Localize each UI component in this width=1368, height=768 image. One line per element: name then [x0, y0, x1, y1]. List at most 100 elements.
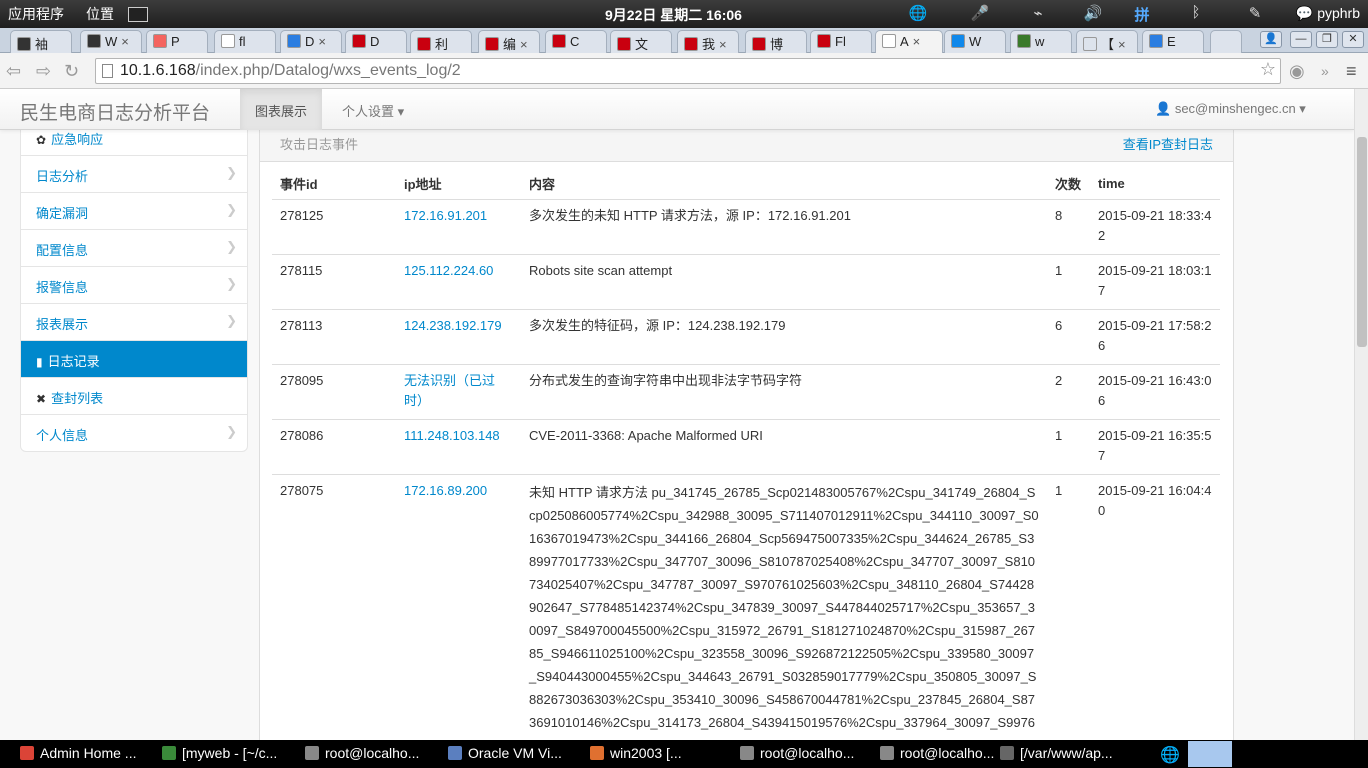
user-menu[interactable]: 💬 pyphrb [1296, 5, 1360, 22]
scrollbar-thumb[interactable] [1357, 137, 1367, 347]
taskbar-window[interactable]: [myweb - [~/c... [162, 745, 277, 761]
ip-link[interactable]: 172.16.91.201 [396, 199, 521, 255]
taskbar-window-label: [myweb - [~/c... [182, 745, 278, 761]
browser-tab[interactable]: D × [280, 30, 342, 53]
taskbar-window[interactable]: Admin Home ... [20, 745, 136, 761]
browser-tab[interactable]: 利 [410, 30, 472, 53]
browser-tab[interactable]: A × [875, 30, 943, 53]
taskbar-window[interactable]: Oracle VM Vi... [448, 745, 562, 761]
browser-tab[interactable]: 我 × [677, 30, 739, 53]
browser-tab[interactable]: 袖 [10, 30, 72, 53]
close-tab-icon[interactable]: × [1118, 37, 1126, 52]
page-scrollbar[interactable] [1354, 89, 1368, 740]
terminal-launcher-icon[interactable] [128, 6, 148, 22]
sidebar-item[interactable]: 报警信息 ❯ [21, 266, 247, 303]
event-id: 278075 [272, 474, 396, 740]
sidebar-item[interactable]: 日志分析 ❯ [21, 155, 247, 192]
extension-icon[interactable]: ◉ [1289, 61, 1305, 82]
sidebar-item-label: 日志分析 [36, 169, 89, 184]
forward-icon[interactable]: ⇨ [36, 61, 51, 82]
input-method-pinyin-icon[interactable]: 拼 [1132, 4, 1152, 24]
new-tab-button[interactable] [1210, 30, 1242, 53]
csdn-icon [752, 37, 766, 51]
tab-label: 博 [770, 37, 784, 52]
close-tab-icon[interactable]: × [913, 34, 921, 49]
browser-tab[interactable]: C [545, 30, 607, 53]
volume-icon[interactable]: 🔊 [1083, 4, 1103, 24]
browser-tab[interactable]: 【× [1076, 30, 1138, 53]
user-dropdown[interactable]: 👤 sec@minshengec.cn ▾ [1140, 89, 1321, 130]
nav-personal-settings[interactable]: 个人设置 ▾ [327, 89, 419, 130]
browser-tab[interactable]: P [146, 30, 208, 53]
sidebar-item[interactable]: ✖ 查封列表 [21, 377, 247, 414]
window-icon [305, 746, 319, 760]
browser-toolbar: ⇦ ⇨ ↻ 10.1.6.168/index.php/Datalog/wxs_e… [0, 53, 1368, 89]
nav-charts[interactable]: 图表展示 [240, 89, 323, 130]
browser-tab[interactable]: E [1142, 30, 1204, 53]
close-tab-icon[interactable]: × [520, 37, 528, 52]
events-table: 事件id ip地址 内容 次数 time 278125 172.16.91.20… [272, 168, 1220, 740]
maximize-icon[interactable]: ❐ [1316, 31, 1338, 48]
close-tab-icon[interactable]: × [719, 37, 727, 52]
url-bar[interactable]: 10.1.6.168/index.php/Datalog/wxs_events_… [95, 58, 1281, 84]
taskbar-window-label: Admin Home ... [40, 745, 137, 761]
browser-tab[interactable]: 编 × [478, 30, 540, 53]
ip-link[interactable]: 125.112.224.60 [396, 254, 521, 310]
sidebar-item[interactable]: ▮ 日志记录 [21, 340, 247, 377]
taskbar-window[interactable]: win2003 [... [590, 745, 682, 761]
sidebar-item[interactable]: 配置信息 ❯ [21, 229, 247, 266]
tab-label: w [1035, 34, 1045, 49]
browser-tab[interactable]: W [944, 30, 1006, 53]
tab-label: 我 [702, 37, 716, 52]
brand[interactable]: 民生电商日志分析平台 [20, 98, 210, 125]
back-icon[interactable]: ⇦ [6, 61, 21, 82]
tab-label: D [370, 34, 380, 49]
sidebar-item[interactable]: 确定漏洞 ❯ [21, 192, 247, 229]
browser-tab[interactable]: 博 [745, 30, 807, 53]
network-icon[interactable]: 🌐 [1160, 745, 1180, 765]
table-row: 278086 111.248.103.148 CVE-2011-3368: Ap… [272, 419, 1220, 475]
bluetooth-icon[interactable]: ᛒ [1186, 4, 1206, 24]
close-tab-icon[interactable]: × [121, 34, 129, 49]
minimize-icon[interactable]: — [1290, 31, 1312, 48]
more-extensions-icon[interactable]: » [1321, 63, 1329, 79]
chevron-right-icon: ❯ [226, 424, 237, 439]
close-tab-icon[interactable]: × [318, 34, 326, 49]
notes-icon[interactable]: ✎ [1245, 4, 1265, 24]
view-ip-block-log-link[interactable]: 查看IP查封日志 [1123, 134, 1213, 153]
profile-icon[interactable]: 👤 [1260, 31, 1282, 48]
clock[interactable]: 9月22日 星期二 16:06 [605, 5, 742, 25]
reload-icon[interactable]: ↻ [64, 61, 79, 82]
window-icon [590, 746, 604, 760]
chrome-launcher-icon[interactable] [1188, 741, 1232, 767]
tab-label: 利 [435, 37, 449, 52]
ip-link[interactable]: 111.248.103.148 [396, 419, 521, 475]
browser-tab[interactable]: W × [80, 30, 142, 53]
taskbar-window[interactable]: root@localho... [880, 745, 994, 761]
microphone-muted-icon[interactable]: 🎤 [970, 4, 990, 24]
browser-tab[interactable]: Fl [810, 30, 872, 53]
taskbar-window[interactable]: root@localho... [305, 745, 419, 761]
usb-icon[interactable]: ⌁ [1028, 4, 1048, 24]
sidebar-item[interactable]: 报表展示 ❯ [21, 303, 247, 340]
event-content: CVE-2011-3368: Apache Malformed URI [521, 419, 1047, 475]
close-window-icon[interactable]: ✕ [1342, 31, 1364, 48]
places-menu[interactable]: 位置 [86, 4, 114, 24]
browser-tab[interactable]: w [1010, 30, 1072, 53]
browser-tab[interactable]: D [345, 30, 407, 53]
ip-link[interactable]: 124.238.192.179 [396, 309, 521, 365]
bookmark-star-icon[interactable]: ☆ [1260, 59, 1276, 80]
taskbar-window[interactable]: root@localho... [740, 745, 854, 761]
browser-tab[interactable]: fl [214, 30, 276, 53]
ip-link[interactable]: 172.16.89.200 [396, 474, 521, 740]
chevron-right-icon: ❯ [226, 239, 237, 254]
taskbar-window[interactable]: [/var/www/ap... [1000, 745, 1113, 761]
table-row: 278075 172.16.89.200 未知 HTTP 请求方法 pu_341… [272, 474, 1220, 740]
ip-link[interactable]: 无法识别（已过时） [396, 364, 521, 420]
applications-menu[interactable]: 应用程序 [8, 4, 64, 24]
csdn-icon [684, 37, 698, 51]
menu-icon[interactable]: ≡ [1346, 61, 1357, 82]
browser-tab[interactable]: 文 [610, 30, 672, 53]
sidebar-item[interactable]: 个人信息 ❯ [21, 414, 247, 451]
network-globe-icon[interactable]: 🌐 [908, 4, 928, 24]
